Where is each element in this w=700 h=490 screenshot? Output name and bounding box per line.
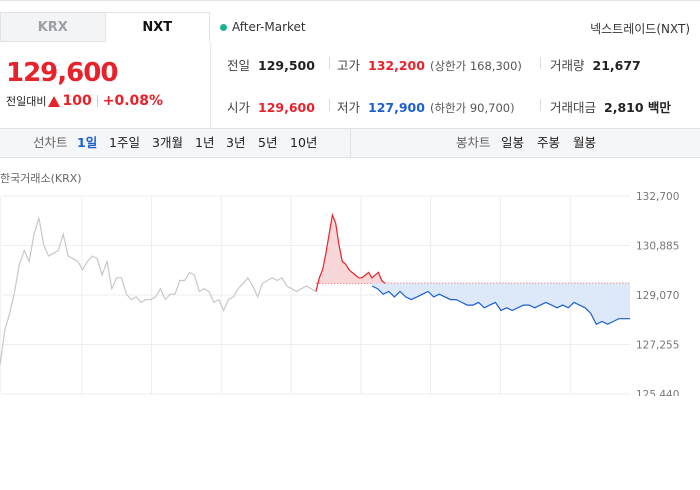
tab-krx[interactable]: KRX bbox=[0, 12, 106, 42]
stat-label: 저가 bbox=[337, 100, 361, 115]
up-arrow-icon bbox=[48, 95, 61, 107]
stat-value: 129,600 bbox=[258, 100, 315, 115]
y-tick-label: 125,440 bbox=[636, 389, 679, 396]
stat-value: 2,810 백만 bbox=[604, 100, 671, 115]
change-percent: +0.08% bbox=[102, 93, 164, 109]
candle-monthly[interactable]: 월봉 bbox=[573, 129, 596, 157]
y-tick-label: 132,700 bbox=[636, 191, 679, 203]
stat-label: 고가 bbox=[337, 58, 361, 73]
period-10y[interactable]: 10년 bbox=[290, 129, 317, 157]
stat-amount: 거래대금 2,810 백만 bbox=[550, 97, 671, 116]
stat-value: 21,677 bbox=[592, 58, 641, 73]
period-1d[interactable]: 1일 bbox=[77, 129, 97, 157]
stat-label: 시가 bbox=[227, 100, 251, 115]
stat-sub: (상한가 168,300) bbox=[429, 59, 522, 73]
period-5y[interactable]: 5년 bbox=[258, 129, 277, 157]
stat-value: 132,200 bbox=[368, 58, 425, 73]
stat-divider bbox=[540, 99, 541, 111]
change-label: 전일대비 bbox=[6, 95, 47, 108]
stat-volume: 거래량 21,677 bbox=[550, 55, 641, 74]
period-3y[interactable]: 3년 bbox=[226, 129, 245, 157]
tab-nxt[interactable]: NXT bbox=[105, 12, 210, 42]
stat-label: 거래량 bbox=[550, 58, 585, 73]
toolbar-divider bbox=[350, 129, 351, 157]
y-tick-label: 127,255 bbox=[636, 340, 679, 352]
market-tabs: KRX NXT bbox=[0, 12, 210, 42]
stat-label: 전일 bbox=[227, 58, 251, 73]
stat-high: 고가 132,200 (상한가 168,300) bbox=[337, 55, 522, 74]
candle-weekly[interactable]: 주봉 bbox=[537, 129, 560, 157]
stat-open: 시가 129,600 bbox=[227, 97, 315, 116]
stat-value: 127,900 bbox=[368, 100, 425, 115]
chart-toolbar: 선차트 1일 1주일 3개월 1년 3년 5년 10년 봉차트 일봉 주봉 월봉 bbox=[0, 128, 700, 158]
stat-prev-close: 전일 129,500 bbox=[227, 55, 315, 74]
y-tick-label: 129,070 bbox=[636, 290, 679, 302]
stat-divider bbox=[540, 57, 541, 69]
price-change: 전일대비 100 +0.08% bbox=[6, 93, 163, 109]
stat-divider bbox=[329, 57, 330, 69]
series-line-krx bbox=[0, 217, 317, 366]
session-dot-icon bbox=[220, 23, 227, 31]
period-1y[interactable]: 1년 bbox=[195, 129, 214, 157]
stat-label: 거래대금 bbox=[550, 100, 597, 115]
stat-value: 129,500 bbox=[258, 58, 315, 73]
session-label: After-Market bbox=[232, 20, 306, 34]
candle-chart-label: 봉차트 bbox=[456, 135, 491, 150]
candle-daily[interactable]: 일봉 bbox=[501, 129, 524, 157]
change-divider bbox=[96, 95, 98, 107]
y-tick-label: 130,885 bbox=[636, 241, 679, 253]
source-link[interactable]: 넥스트레이드(NXT) bbox=[590, 20, 690, 37]
header-divider bbox=[210, 42, 211, 128]
chart-source-label: 한국거래소(KRX) bbox=[0, 172, 82, 185]
line-chart-label: 선차트 bbox=[33, 135, 68, 150]
stat-sub: (하한가 90,700) bbox=[429, 101, 515, 115]
stat-divider bbox=[329, 99, 330, 111]
session-status: After-Market bbox=[220, 20, 306, 34]
period-1w[interactable]: 1주일 bbox=[109, 129, 140, 157]
price-chart: 132,700 130,885 129,070 127,255 125,440 bbox=[0, 191, 679, 396]
down-fill-area bbox=[372, 283, 630, 325]
y-axis-ticks: 132,700 130,885 129,070 127,255 125,440 bbox=[636, 191, 679, 396]
change-amount: 100 bbox=[62, 93, 92, 109]
stat-low: 저가 127,900 (하한가 90,700) bbox=[337, 97, 515, 116]
period-3m[interactable]: 3개월 bbox=[152, 129, 183, 157]
chart-fills bbox=[316, 215, 630, 325]
current-price: 129,600 bbox=[6, 58, 118, 88]
